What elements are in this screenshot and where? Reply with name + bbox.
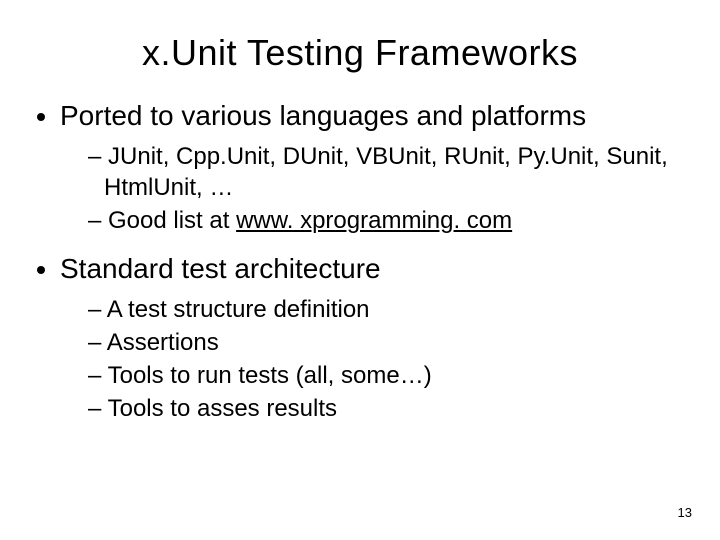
slide-title: x.Unit Testing Frameworks <box>28 32 692 74</box>
sub-list: A test structure definition Assertions T… <box>60 294 692 425</box>
sub-item-assertions: Assertions <box>88 327 692 358</box>
sub-item-frameworks: JUnit, Cpp.Unit, DUnit, VBUnit, RUnit, P… <box>88 141 692 203</box>
sub-item-structure: A test structure definition <box>88 294 692 325</box>
bullet-list: Ported to various languages and platform… <box>28 98 692 424</box>
bullet-text: Standard test architecture <box>60 253 381 284</box>
bullet-item-architecture: Standard test architecture A test struct… <box>60 251 692 425</box>
sub-item-goodlist: Good list at www. xprogramming. com <box>88 205 692 236</box>
slide: x.Unit Testing Frameworks Ported to vari… <box>0 0 720 540</box>
sub-item-assesstools: Tools to asses results <box>88 393 692 424</box>
bullet-text: Ported to various languages and platform… <box>60 100 586 131</box>
sub-list: JUnit, Cpp.Unit, DUnit, VBUnit, RUnit, P… <box>60 141 692 237</box>
page-number: 13 <box>678 505 692 520</box>
sub-item-prefix: Good list at <box>108 207 236 234</box>
link-xprogramming[interactable]: www. xprogramming. com <box>236 207 512 234</box>
bullet-item-ported: Ported to various languages and platform… <box>60 98 692 237</box>
sub-item-runtools: Tools to run tests (all, some…) <box>88 360 692 391</box>
